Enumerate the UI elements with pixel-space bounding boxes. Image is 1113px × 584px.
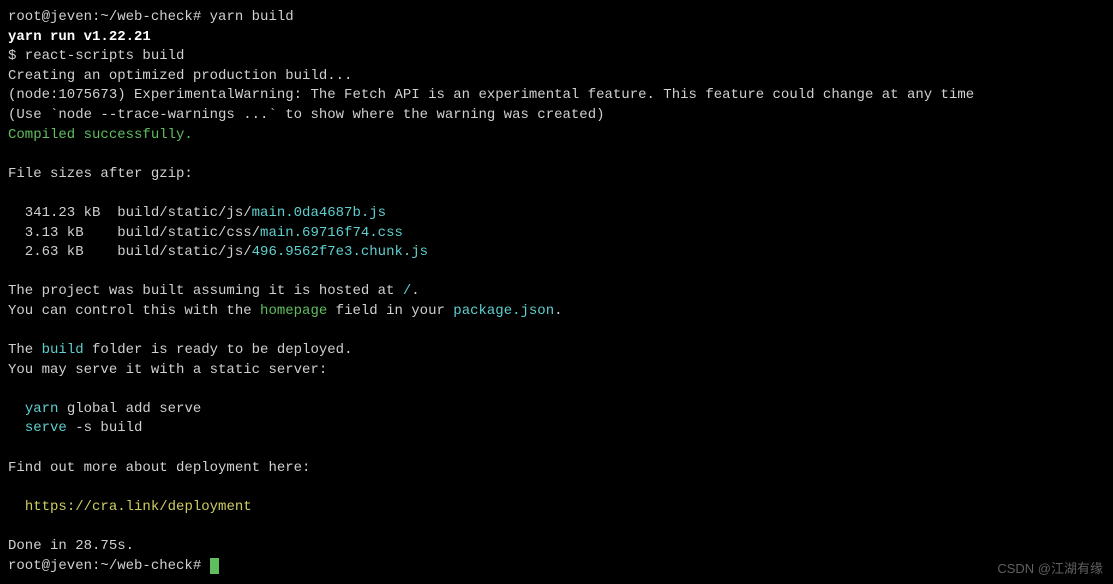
find-out-line: Find out more about deployment here:: [8, 459, 1105, 479]
terminal-output[interactable]: root@jeven:~/web-check# yarn build yarn …: [8, 8, 1105, 576]
file-entry-3: 2.63 kB build/static/js/496.9562f7e3.chu…: [8, 243, 1105, 263]
hosted-line: The project was built assuming it is hos…: [8, 282, 1105, 302]
file-entry-2: 3.13 kB build/static/css/main.69716f74.c…: [8, 224, 1105, 244]
creating-build-line: Creating an optimized production build..…: [8, 67, 1105, 87]
node-warning-line-2: (Use `node --trace-warnings ...` to show…: [8, 106, 1105, 126]
blank-line: [8, 517, 1105, 537]
blank-line: [8, 263, 1105, 283]
blank-line: [8, 322, 1105, 342]
blank-line: [8, 478, 1105, 498]
blank-line: [8, 145, 1105, 165]
yarn-version: yarn run v1.22.21: [8, 28, 1105, 48]
blank-line: [8, 439, 1105, 459]
watermark: CSDN @江湖有缘: [997, 560, 1103, 578]
yarn-global-line: yarn global add serve: [8, 400, 1105, 420]
prompt-line-2[interactable]: root@jeven:~/web-check#: [8, 557, 1105, 577]
serve-build-line: serve -s build: [8, 419, 1105, 439]
file-sizes-header: File sizes after gzip:: [8, 165, 1105, 185]
file-entry-1: 341.23 kB build/static/js/main.0da4687b.…: [8, 204, 1105, 224]
compiled-success: Compiled successfully.: [8, 126, 1105, 146]
blank-line: [8, 184, 1105, 204]
done-line: Done in 28.75s.: [8, 537, 1105, 557]
cursor-icon: [210, 558, 219, 574]
react-scripts-line: $ react-scripts build: [8, 47, 1105, 67]
prompt-line-1: root@jeven:~/web-check# yarn build: [8, 8, 1105, 28]
build-folder-line: The build folder is ready to be deployed…: [8, 341, 1105, 361]
homepage-line: You can control this with the homepage f…: [8, 302, 1105, 322]
static-server-line: You may serve it with a static server:: [8, 361, 1105, 381]
deployment-link-line: https://cra.link/deployment: [8, 498, 1105, 518]
node-warning-line-1: (node:1075673) ExperimentalWarning: The …: [8, 86, 1105, 106]
blank-line: [8, 380, 1105, 400]
